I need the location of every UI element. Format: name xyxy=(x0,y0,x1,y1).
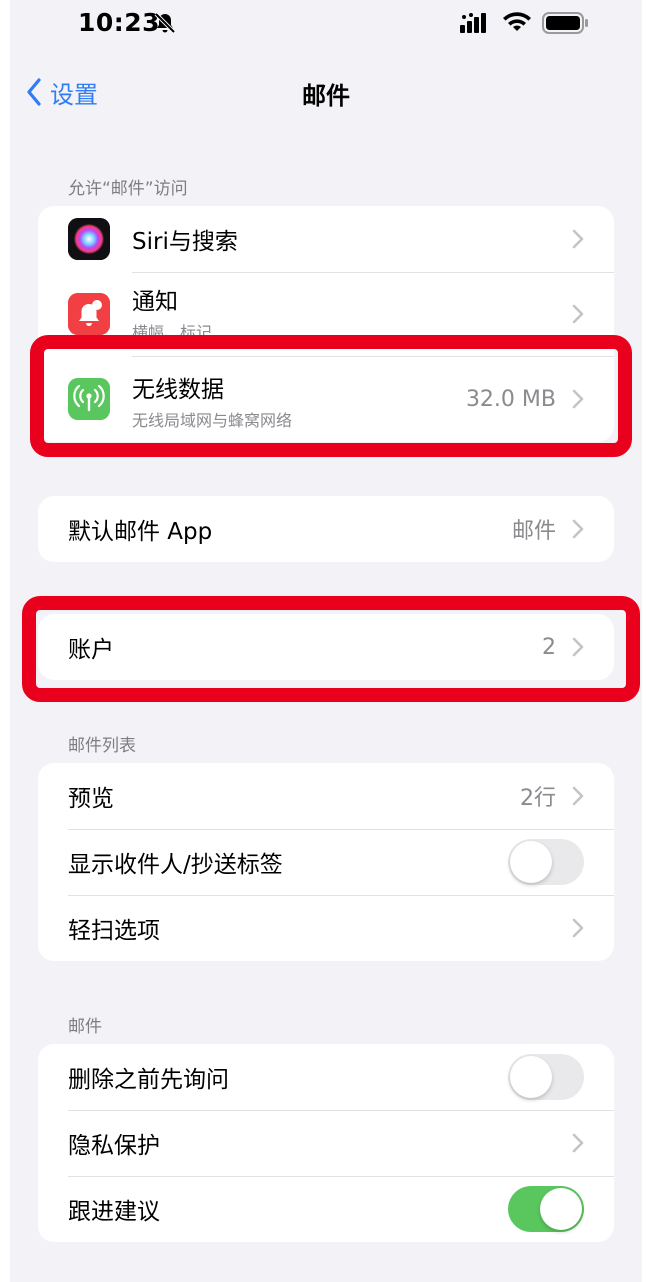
section-header-allow: 允许“邮件”访问 xyxy=(68,179,188,199)
toggle-knob xyxy=(510,841,552,883)
section-header-message-list: 邮件列表 xyxy=(68,736,136,756)
status-time: 10:23 xyxy=(78,8,161,37)
notification-icon xyxy=(68,293,110,335)
accounts-row[interactable]: 账户 2 xyxy=(38,614,614,680)
chevron-right-icon xyxy=(572,918,584,938)
messages-group: 删除之前先询问 隐私保护 跟进建议 xyxy=(38,1044,614,1242)
notifications-label: 通知 xyxy=(132,289,178,315)
wifi-icon xyxy=(503,12,531,31)
swipe-options-row[interactable]: 轻扫选项 xyxy=(38,895,614,961)
default-mail-app-row[interactable]: 默认邮件 App 邮件 xyxy=(38,496,614,562)
wireless-data-value: 32.0 MB xyxy=(465,386,556,412)
battery-icon xyxy=(542,12,588,34)
default-app-group: 默认邮件 App 邮件 xyxy=(38,496,614,562)
follow-up-row: 跟进建议 xyxy=(38,1176,614,1242)
chevron-right-icon xyxy=(572,304,584,324)
chevron-right-icon xyxy=(572,519,584,539)
default-mail-app-value: 邮件 xyxy=(511,519,556,544)
toggle-knob xyxy=(510,1056,552,1098)
ask-before-delete-toggle[interactable] xyxy=(508,1054,584,1100)
swipe-options-label: 轻扫选项 xyxy=(68,918,160,944)
allow-access-group: Siri与搜索 通知 横幅、标记 无线数据 无线局域网与蜂窝网络 32.0 MB xyxy=(38,206,614,442)
wireless-data-row[interactable]: 无线数据 无线局域网与蜂窝网络 32.0 MB xyxy=(38,356,614,442)
wireless-data-label: 无线数据 xyxy=(132,377,224,403)
toggle-knob xyxy=(540,1188,582,1230)
privacy-protection-row[interactable]: 隐私保护 xyxy=(38,1110,614,1176)
privacy-protection-label: 隐私保护 xyxy=(68,1133,160,1159)
preview-row[interactable]: 预览 2行 xyxy=(38,763,614,829)
follow-up-toggle[interactable] xyxy=(508,1186,584,1232)
antenna-icon xyxy=(68,378,110,420)
siri-search-label: Siri与搜索 xyxy=(132,229,238,255)
wireless-data-sublabel: 无线局域网与蜂窝网络 xyxy=(132,411,293,430)
chevron-right-icon xyxy=(572,389,584,409)
cellular-signal-icon xyxy=(460,13,486,33)
section-header-messages: 邮件 xyxy=(68,1017,102,1037)
preview-value: 2行 xyxy=(520,786,556,811)
preview-label: 预览 xyxy=(68,786,114,812)
chevron-right-icon xyxy=(572,637,584,657)
notifications-sublabel: 横幅、标记 xyxy=(132,323,213,342)
bell-slash-icon xyxy=(154,12,176,34)
chevron-right-icon xyxy=(572,786,584,806)
siri-search-row[interactable]: Siri与搜索 xyxy=(38,206,614,272)
accounts-group: 账户 2 xyxy=(38,614,614,680)
chevron-right-icon xyxy=(572,229,584,249)
ask-before-delete-row: 删除之前先询问 xyxy=(38,1044,614,1110)
siri-icon xyxy=(68,218,110,260)
default-mail-app-label: 默认邮件 App xyxy=(68,519,213,545)
show-to-cc-label: 显示收件人/抄送标签 xyxy=(68,852,283,878)
follow-up-label: 跟进建议 xyxy=(68,1199,160,1225)
show-to-cc-toggle[interactable] xyxy=(508,839,584,885)
ask-before-delete-label: 删除之前先询问 xyxy=(68,1067,229,1093)
accounts-label: 账户 xyxy=(68,637,114,663)
show-to-cc-row: 显示收件人/抄送标签 xyxy=(38,829,614,895)
chevron-right-icon xyxy=(572,1133,584,1153)
accounts-value: 2 xyxy=(542,634,556,660)
message-list-group: 预览 2行 显示收件人/抄送标签 轻扫选项 xyxy=(38,763,614,961)
notifications-row[interactable]: 通知 横幅、标记 xyxy=(38,272,614,356)
page-title: 邮件 xyxy=(302,82,350,110)
